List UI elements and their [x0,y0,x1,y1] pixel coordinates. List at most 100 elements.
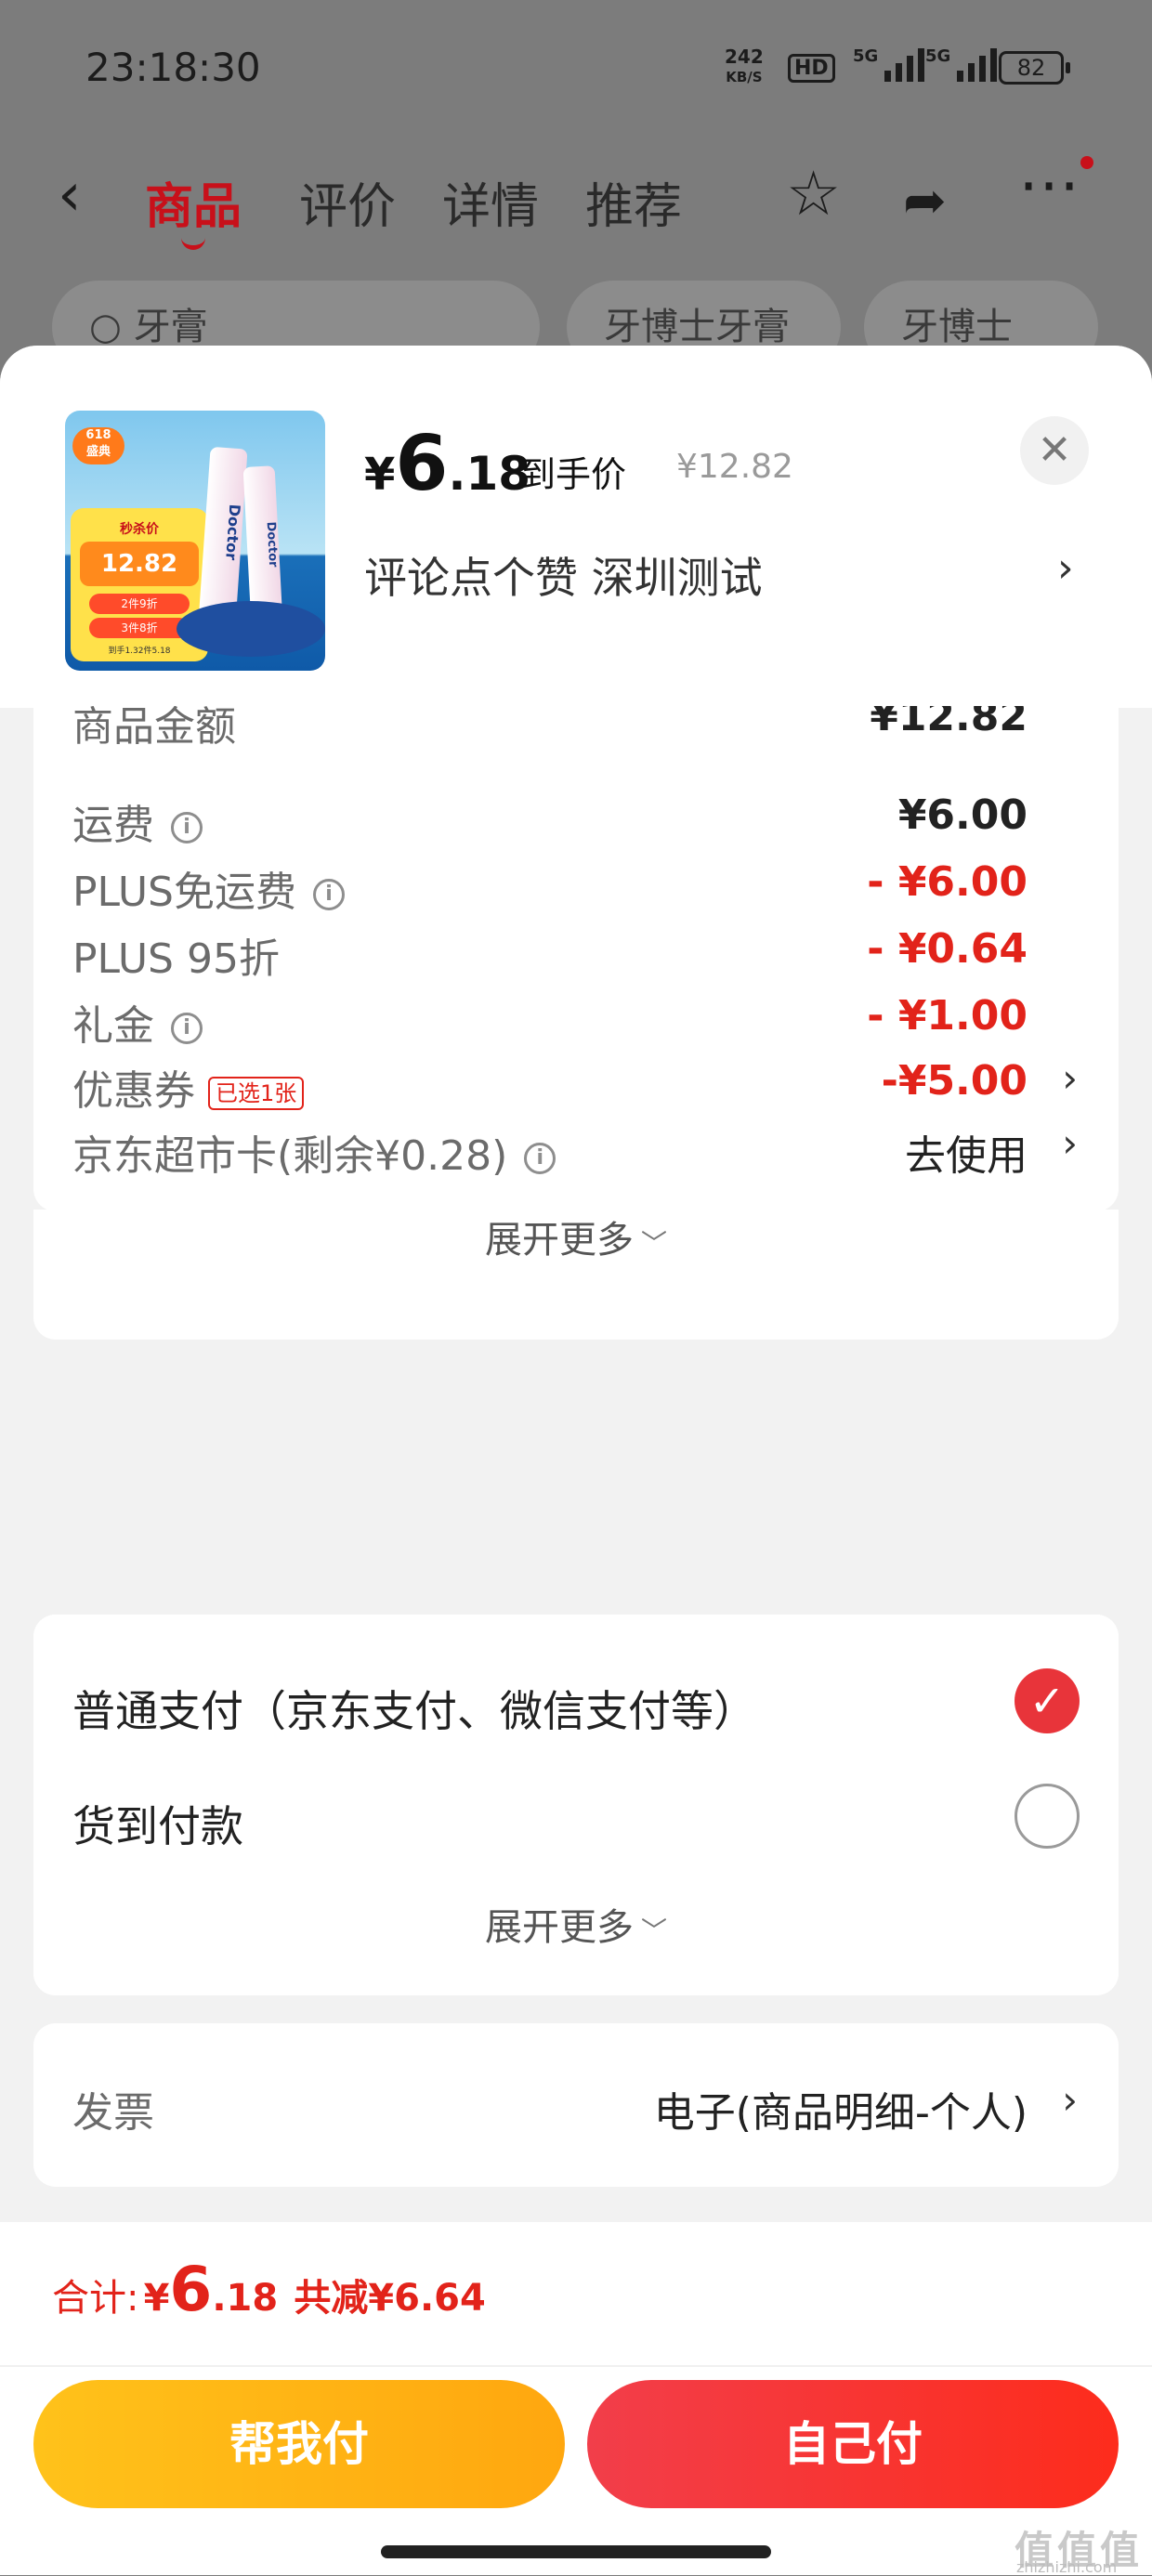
radio-unchecked-icon[interactable] [1015,1784,1080,1849]
battery-icon: 82 [999,51,1070,85]
product-podium [177,601,325,657]
sheet-header: 618 盛典 秒杀价 12.82 2件9折 3件8折 到手1.32件5.18 D… [0,346,1152,708]
row-label: 礼金 [72,1002,154,1050]
thumbnail-price-title: 秒杀价 [120,522,159,537]
price-decimal: .18 [448,447,531,501]
total-label: 合计: [52,2277,139,2320]
price-details-expand-area: 展开更多 ﹀ [33,1210,1119,1340]
checkmark-icon[interactable]: ✓ [1015,1668,1080,1733]
chevron-right-icon[interactable]: › [1062,1120,1078,1166]
row-value: - ¥1.00 [867,992,1028,1040]
divider [0,2365,1152,2367]
row-label: PLUS免运费 [72,869,296,916]
help-pay-button[interactable]: 帮我付 [33,2380,565,2508]
network-speed-unit: KB/S [726,69,763,85]
thumbnail-tag: 3件8折 [89,618,190,638]
signal-sim1-icon: 5G [853,46,925,82]
search-chip-label: 牙博士牙膏 [604,306,790,348]
use-card-link[interactable]: 去使用 [905,1122,1028,1182]
promo-badge: 618 盛典 [72,427,124,464]
total-integer: 6 [169,2254,213,2325]
chevron-down-icon: ﹀ [640,1916,667,1946]
product-thumbnail: 618 盛典 秒杀价 12.82 2件9折 3件8折 到手1.32件5.18 D… [65,411,325,671]
row-label: 优惠券 [72,1067,195,1115]
network-speed: 242 KB/S [725,46,764,87]
price-integer: 6 [395,420,449,508]
final-price-label: 到手价 [520,454,627,495]
more-icon[interactable]: ⋯ [1018,149,1080,220]
watermark-site: zhizhizhi.com [1016,2558,1118,2576]
payment-option-cod[interactable]: 货到付款 [72,1793,243,1854]
row-label: PLUS 95折 [72,935,280,983]
total-decimal: .18 [212,2277,279,2320]
thumbnail-fine-print: 到手1.32件5.18 [108,647,171,656]
expand-more-label: 展开更多 [484,1219,634,1262]
chevron-right-icon[interactable]: › [1057,544,1074,592]
chevron-left-icon[interactable]: ‹ [58,165,82,225]
notification-dot [1080,156,1093,169]
tab-recommend[interactable]: 推荐 [585,167,682,237]
info-icon[interactable]: i [171,812,203,843]
home-indicator[interactable] [381,2545,771,2558]
total-discount: 共减¥6.64 [294,2277,486,2320]
expand-more-button[interactable]: 展开更多 ﹀ [33,1897,1119,1951]
row-value: ¥6.00 [897,791,1028,839]
row-value[interactable]: -¥5.00 [882,1057,1028,1105]
payment-option-standard[interactable]: 普通支付（京东支付、微信支付等） [72,1678,756,1739]
thumbnail-price: 12.82 [80,542,199,586]
signal-sim2-icon: 5G [925,46,998,82]
invoice-value[interactable]: 电子(商品明细-个人) [654,2079,1028,2138]
search-icon: ○ [89,306,122,348]
row-value: - ¥0.64 [867,925,1028,973]
invoice-card[interactable]: 发票 电子(商品明细-个人) › [33,2023,1119,2187]
row-coupon[interactable]: 优惠券 已选1张 [72,1057,305,1117]
sim2-label: 5G [925,46,951,66]
toothpaste-tube: Doctor [198,446,248,626]
search-chip-label: 牙博士 [901,306,1013,348]
checkout-footer: 合计: ¥6.18 共减¥6.64 帮我付 自己付 值值值 zhizhizhi.… [0,2222,1152,2576]
tube-brand: Doctor [222,503,244,561]
self-pay-button[interactable]: 自己付 [587,2380,1119,2508]
close-icon[interactable]: ✕ [1020,416,1089,485]
price-details-card: 商品金额 ¥12.82 运费 i ¥6.00 PLUS免运费 i - ¥6.00 P… [33,706,1119,1211]
row-gift-money: 礼金 i [72,992,203,1052]
original-price: ¥12.82 [676,448,793,486]
row-plus-free-shipping: PLUS免运费 i [72,858,345,918]
status-time: 23:18:30 [85,45,261,90]
tab-product[interactable]: 商品 [145,167,242,250]
sim1-label: 5G [853,46,879,66]
status-bar: 23:18:30 242 KB/S HD 5G 5G 82 [0,0,1152,139]
price-currency: ¥ [364,449,396,501]
payment-card: 普通支付（京东支付、微信支付等） ✓ 货到付款 展开更多 ﹀ [33,1615,1119,1994]
order-total: 合计: ¥6.18 共减¥6.64 [52,2254,486,2325]
chevron-right-icon[interactable]: › [1062,1055,1078,1101]
tab-reviews[interactable]: 评价 [299,167,396,237]
coupon-selected-tag: 已选1张 [208,1077,305,1110]
row-plus-discount: PLUS 95折 [72,925,280,985]
row-label: 京东超市卡(剩余¥0.28) [72,1132,508,1180]
expand-more-button[interactable]: 展开更多 ﹀ [33,1210,1119,1263]
star-icon[interactable]: ☆ [786,158,841,229]
share-icon[interactable]: ➦ [903,171,947,231]
chevron-right-icon[interactable]: › [1062,2077,1078,2123]
network-speed-value: 242 [725,46,764,68]
expand-more-label: 展开更多 [484,1906,634,1949]
product-nav-bar: ‹ 商品 评价 详情 推荐 ☆ ➦ ⋯ [0,139,1152,251]
search-chip-label: 牙膏 [133,306,208,348]
row-shipping: 运费 i [72,791,203,851]
tube-brand: Doctor [263,521,281,568]
row-label: 运费 [72,802,154,849]
product-subtitle[interactable]: 评论点个赞 深圳测试 [364,544,763,606]
chevron-down-icon: ﹀ [640,1228,667,1259]
info-icon[interactable]: i [171,1013,203,1044]
row-value: - ¥6.00 [867,858,1028,906]
invoice-label: 发票 [72,2089,154,2137]
total-currency: ¥ [143,2277,170,2320]
tab-details[interactable]: 详情 [442,167,539,237]
final-price: ¥6.18 [364,420,530,508]
thumbnail-tag: 2件9折 [89,594,190,614]
hd-voice-icon: HD [788,54,835,83]
row-supermarket-card[interactable]: 京东超市卡(剩余¥0.28) i [72,1122,556,1182]
info-icon[interactable]: i [524,1143,556,1174]
info-icon[interactable]: i [313,879,345,910]
